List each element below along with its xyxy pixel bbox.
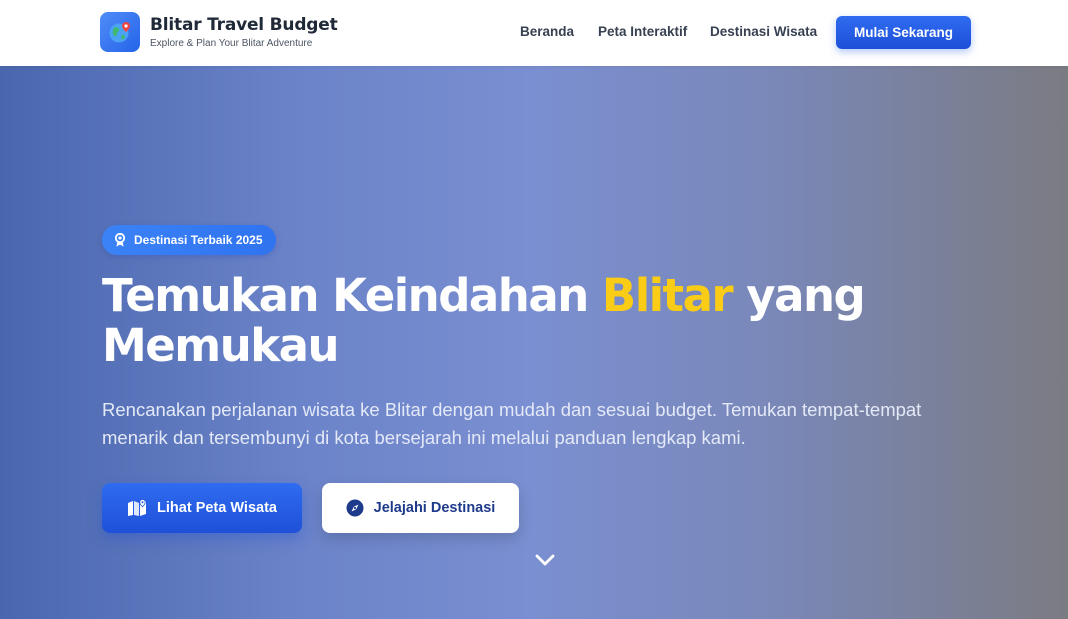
map-icon	[127, 499, 147, 517]
hero-badge-label: Destinasi Terbaik 2025	[134, 233, 263, 247]
compass-icon	[346, 499, 364, 517]
view-map-button-label: Lihat Peta Wisata	[157, 500, 277, 516]
hero-title-start: Temukan Keindahan	[102, 269, 602, 322]
explore-destinations-button[interactable]: Jelajahi Destinasi	[322, 483, 519, 533]
hero-description: Rencanakan perjalanan wisata ke Blitar d…	[102, 399, 922, 448]
chevron-down-icon[interactable]	[533, 550, 557, 570]
view-map-button[interactable]: Lihat Peta Wisata	[102, 483, 302, 533]
navbar: Blitar Travel Budget Explore & Plan Your…	[0, 0, 1068, 66]
nav-link-peta-interaktif[interactable]: Peta Interaktif	[598, 24, 687, 40]
hero-section: Destinasi Terbaik 2025 Temukan Keindahan…	[0, 66, 1068, 619]
brand-home-link[interactable]: Blitar Travel Budget Explore & Plan Your…	[100, 12, 338, 52]
nav-link-beranda[interactable]: Beranda	[520, 24, 574, 40]
hero-title-highlight: Blitar	[601, 269, 734, 322]
explore-destinations-button-label: Jelajahi Destinasi	[373, 500, 496, 516]
start-now-button[interactable]: Mulai Sekarang	[836, 16, 971, 49]
globe-pin-icon	[100, 12, 140, 52]
award-icon	[114, 233, 126, 247]
hero-badge: Destinasi Terbaik 2025	[102, 225, 276, 255]
brand-title: Blitar Travel Budget	[150, 14, 338, 35]
hero-title: Temukan Keindahan Blitar yang Memukau	[102, 271, 962, 371]
nav-link-destinasi-wisata[interactable]: Destinasi Wisata	[710, 24, 817, 40]
brand-tagline: Explore & Plan Your Blitar Adventure	[150, 37, 313, 49]
